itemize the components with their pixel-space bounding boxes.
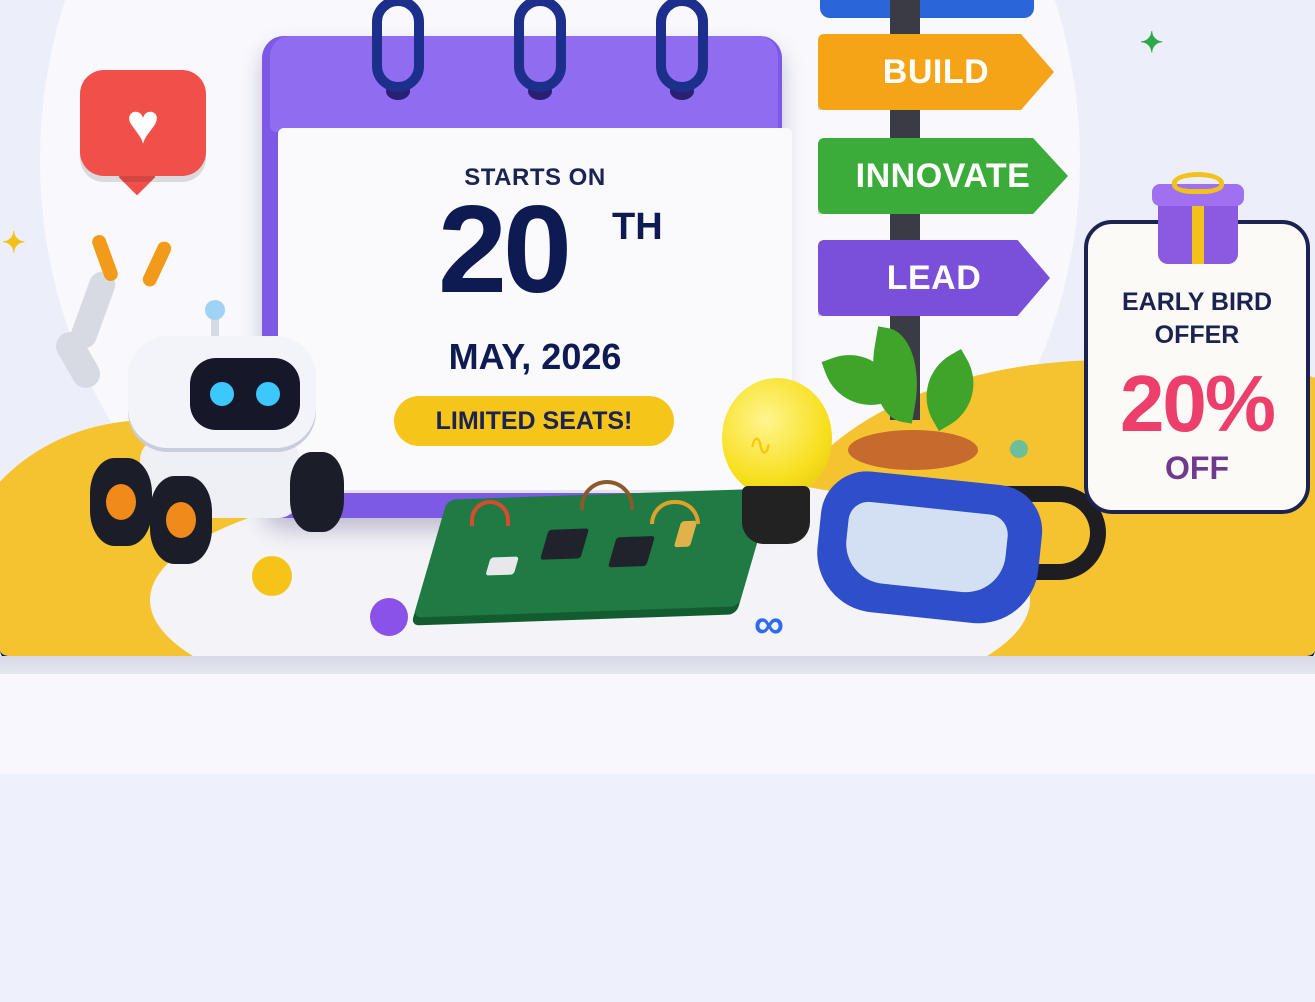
offer-suffix: OFF xyxy=(1165,450,1229,486)
robot-face xyxy=(190,358,300,430)
heart-icon: ♥ xyxy=(80,70,206,176)
start-month-year: MAY, 2026 xyxy=(448,336,622,377)
yellow-ball xyxy=(252,556,292,596)
wheel-hub xyxy=(106,484,136,520)
sign-build: BUILD xyxy=(818,34,1054,110)
robot-eye xyxy=(256,382,280,406)
robot-wheel xyxy=(150,476,212,564)
calendar-ring xyxy=(372,0,424,92)
early-bird-offer-card[interactable]: EARLY BIRD OFFER 20% OFF xyxy=(1084,220,1310,514)
green-ball xyxy=(1010,440,1028,458)
sparkle-icon: ✦ xyxy=(2,227,26,258)
bulb-base xyxy=(742,486,810,544)
sign-build-label: BUILD xyxy=(882,52,990,91)
start-day-suffix: TH xyxy=(612,206,663,248)
sign-top-blue xyxy=(820,0,1034,18)
offer-title: EARLY BIRD OFFER xyxy=(1121,288,1273,349)
sparkle-icon: ✦ xyxy=(1140,27,1164,58)
plant-pot xyxy=(848,430,978,470)
sign-innovate: INNOVATE xyxy=(818,138,1068,214)
sign-lead: LEAD xyxy=(818,240,1050,316)
robot-eye xyxy=(210,382,234,406)
sign-lead-label: LEAD xyxy=(886,258,982,297)
pcb-chip xyxy=(540,528,590,560)
content-strip xyxy=(0,674,1315,774)
gift-bow xyxy=(1172,172,1224,194)
promo-banner[interactable]: ♥ ✦ ✦ BUILD INNOVATE LEAD STARTS ON 20 T… xyxy=(0,0,1315,660)
page-background xyxy=(0,774,1315,1002)
banner-shadow xyxy=(0,656,1315,674)
wheel-hub xyxy=(166,502,196,538)
offer-percent: 20% xyxy=(1119,359,1276,448)
robot-wheel xyxy=(90,458,152,546)
purple-ball xyxy=(370,598,408,636)
pcb-component xyxy=(673,520,698,548)
start-day: 20 xyxy=(438,181,572,319)
infinity-icon: ∞ xyxy=(754,600,784,647)
pcb-chip xyxy=(607,536,655,568)
pcb-component xyxy=(485,556,519,576)
robot-antenna-tip xyxy=(205,300,225,320)
calendar-ring xyxy=(514,0,566,92)
calendar-page: STARTS ON 20 TH MAY, 2026 LIMITED SEATS! xyxy=(278,128,792,490)
calendar-ring xyxy=(656,0,708,92)
limited-seats-badge: LIMITED SEATS! xyxy=(394,396,674,446)
sign-innovate-label: INNOVATE xyxy=(855,156,1031,195)
robot-wheel xyxy=(290,452,344,532)
bulb-filament: ∿ xyxy=(748,429,774,462)
light-bulb-icon xyxy=(722,378,832,498)
